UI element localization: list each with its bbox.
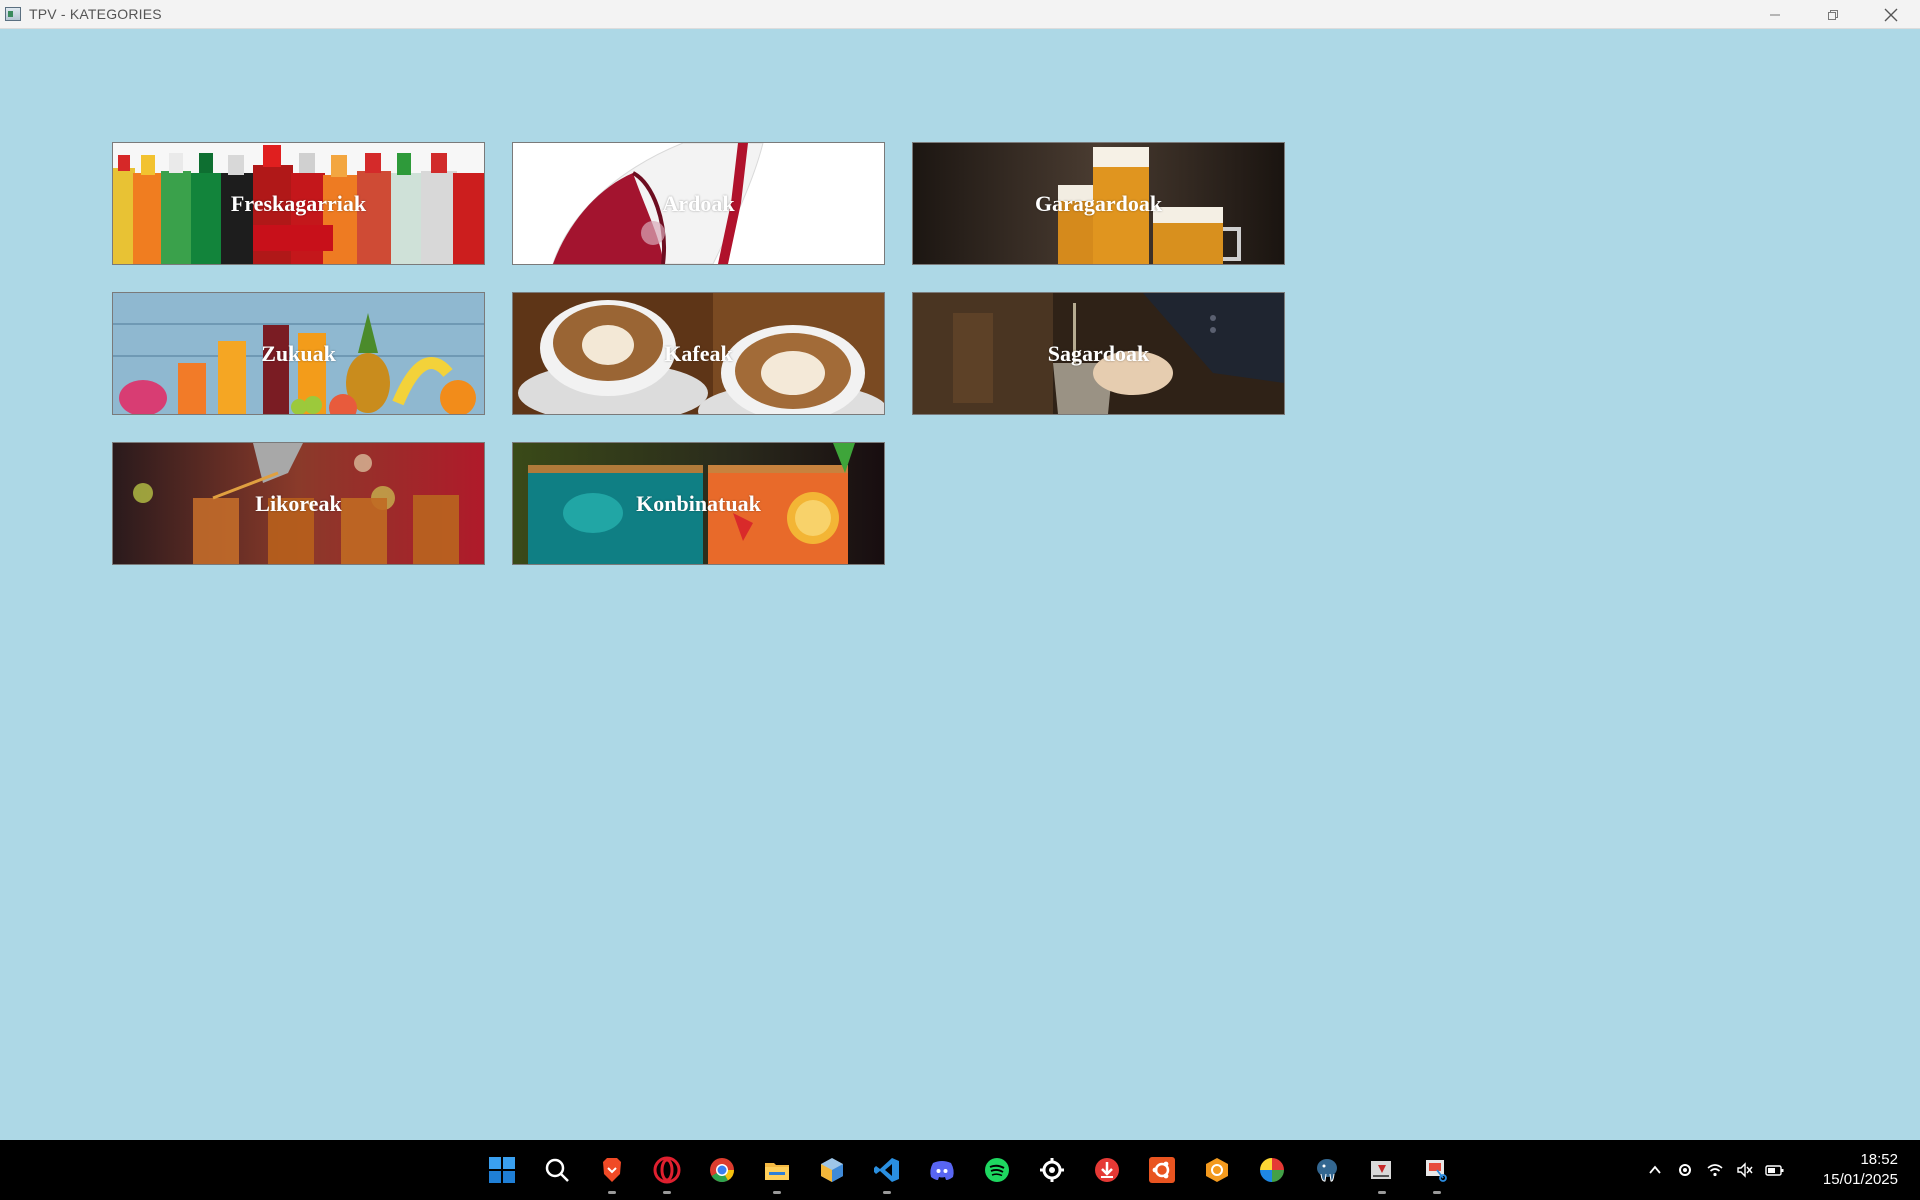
chevron-up-icon <box>1649 1165 1661 1174</box>
orange-app-icon <box>1205 1158 1228 1182</box>
tray-steelseries[interactable] <box>1670 1140 1700 1200</box>
cube-app-icon <box>820 1158 843 1182</box>
taskbar-ubuntu[interactable] <box>1134 1140 1189 1200</box>
taskbar-orange-app[interactable] <box>1189 1140 1244 1200</box>
taskbar-steelseries[interactable] <box>1024 1140 1079 1200</box>
running-indicator <box>607 1191 616 1194</box>
category-panel: Freskagarriak Ardoak Garagardoak Zukuak … <box>0 29 1920 1140</box>
running-indicator <box>882 1191 891 1194</box>
show-hidden-icons-button[interactable] <box>1640 1140 1670 1200</box>
taskbar-postgresql[interactable] <box>1299 1140 1354 1200</box>
category-tile-kafeak[interactable]: Kafeak <box>512 292 885 415</box>
category-tile-konbinatuak[interactable]: Konbinatuak <box>512 442 885 565</box>
running-indicator <box>772 1191 781 1194</box>
window-title: TPV - KATEGORIES <box>29 6 162 22</box>
taskbar-clock[interactable]: 18:52 15/01/2025 <box>1790 1150 1920 1190</box>
clock-time: 18:52 <box>1860 1151 1898 1168</box>
chrome-browser-icon <box>709 1158 734 1183</box>
search-button[interactable] <box>529 1140 584 1200</box>
volume-muted-icon <box>1737 1162 1753 1178</box>
spotify-icon <box>984 1158 1009 1182</box>
category-tile-likoreak[interactable]: Likoreak <box>112 442 485 565</box>
restore-icon <box>1828 9 1838 20</box>
tray-wifi[interactable] <box>1700 1140 1730 1200</box>
window-controls <box>1746 0 1920 29</box>
opera-browser-icon <box>653 1156 680 1184</box>
running-indicator <box>1377 1191 1386 1194</box>
ubuntu-icon <box>1148 1157 1175 1183</box>
restore-button[interactable] <box>1804 0 1862 29</box>
system-tray: 18:52 15/01/2025 <box>1640 1140 1920 1200</box>
taskbar-color-wheel[interactable] <box>1244 1140 1299 1200</box>
taskbar: 18:52 15/01/2025 <box>0 1140 1920 1200</box>
minimize-icon <box>1770 14 1780 15</box>
steelseries-icon <box>1039 1158 1064 1182</box>
steelseries-tray-icon <box>1679 1164 1691 1176</box>
wifi-icon <box>1707 1164 1723 1177</box>
taskbar-opera[interactable] <box>639 1140 694 1200</box>
category-label: Ardoak <box>662 190 735 216</box>
window-title-bar: TPV - KATEGORIES <box>0 0 1920 29</box>
color-wheel-icon <box>1259 1158 1284 1182</box>
download-app-icon <box>1094 1158 1119 1182</box>
running-indicator <box>662 1191 671 1194</box>
category-label: Freskagarriak <box>230 190 367 216</box>
category-label: Zukuak <box>261 340 336 366</box>
java-app-icon <box>1370 1161 1391 1179</box>
windows-start-icon <box>488 1157 515 1183</box>
clock-date: 15/01/2025 <box>1822 1171 1898 1188</box>
close-button[interactable] <box>1862 0 1920 29</box>
category-tile-garagardoak[interactable]: Garagardoak <box>912 142 1285 265</box>
file-explorer-icon <box>764 1163 789 1180</box>
category-tile-sagardoak[interactable]: Sagardoak <box>912 292 1285 415</box>
snipping-tool-icon <box>1425 1160 1447 1182</box>
category-label: Konbinatuak <box>636 490 761 516</box>
category-label: Kafeak <box>664 340 733 366</box>
discord-icon <box>929 1161 954 1180</box>
battery-icon <box>1765 1165 1784 1176</box>
taskbar-cube-app[interactable] <box>804 1140 859 1200</box>
taskbar-file-explorer[interactable] <box>749 1140 804 1200</box>
category-label: Garagardoak <box>1034 190 1163 216</box>
taskbar-spotify[interactable] <box>969 1140 1024 1200</box>
taskbar-java-app[interactable] <box>1354 1140 1409 1200</box>
brave-browser-icon <box>602 1158 621 1182</box>
taskbar-brave[interactable] <box>584 1140 639 1200</box>
category-label: Sagardoak <box>1047 340 1150 366</box>
postgresql-icon <box>1316 1159 1337 1182</box>
taskbar-vscode[interactable] <box>859 1140 914 1200</box>
close-icon <box>1884 8 1898 21</box>
app-window-icon <box>5 7 21 21</box>
running-indicator <box>1432 1191 1441 1194</box>
category-tile-ardoak[interactable]: Ardoak <box>512 142 885 265</box>
category-label: Likoreak <box>255 490 342 516</box>
taskbar-discord[interactable] <box>914 1140 969 1200</box>
vscode-icon <box>873 1158 899 1182</box>
tray-volume[interactable] <box>1730 1140 1760 1200</box>
category-tile-zukuak[interactable]: Zukuak <box>112 292 485 415</box>
start-button[interactable] <box>474 1140 529 1200</box>
tray-battery[interactable] <box>1760 1140 1790 1200</box>
taskbar-chrome[interactable] <box>694 1140 749 1200</box>
minimize-button[interactable] <box>1746 0 1804 29</box>
category-tile-freskagarriak[interactable]: Freskagarriak <box>112 142 485 265</box>
taskbar-snipping-tool[interactable] <box>1409 1140 1464 1200</box>
search-icon <box>545 1158 569 1182</box>
taskbar-apps <box>474 1140 1464 1200</box>
taskbar-download-app[interactable] <box>1079 1140 1134 1200</box>
